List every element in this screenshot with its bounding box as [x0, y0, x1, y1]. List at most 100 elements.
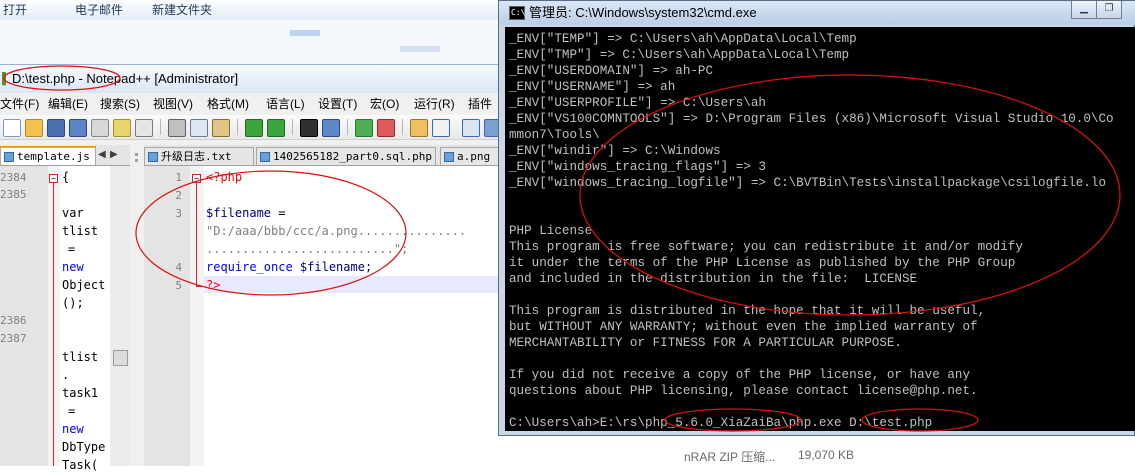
- console-line: and included in the distribution in the …: [509, 272, 918, 286]
- code-token: ();: [62, 296, 84, 310]
- menu-edit[interactable]: 编辑(E): [48, 93, 88, 115]
- fold-collapse-icon[interactable]: −: [49, 174, 58, 183]
- tab-sql-php[interactable]: 1402565182_part0.sql.php: [256, 147, 436, 165]
- console-line: questions about PHP licensing, please co…: [509, 384, 978, 398]
- left-line-numbers: 2384 2385 2386 2387: [0, 166, 48, 466]
- line-number: 5: [175, 279, 182, 292]
- line-number: 2: [175, 189, 182, 202]
- code-variable: $filename;: [292, 260, 373, 274]
- console-line: _ENV["USERNAME"] => ah: [509, 80, 676, 94]
- show-all-chars-icon[interactable]: [462, 119, 480, 137]
- find-icon[interactable]: [300, 119, 318, 137]
- explorer-email-button[interactable]: 电子邮件: [75, 1, 123, 18]
- code-operator: =: [271, 206, 286, 220]
- right-editor[interactable]: <?php $filename = "D:/aaa/bbb/ccc/a.png.…: [204, 166, 500, 466]
- menu-view[interactable]: 视图(V): [153, 93, 193, 115]
- left-vertical-scrollbar[interactable]: [110, 166, 130, 466]
- tab-label: 升级日志.txt: [161, 150, 232, 163]
- menu-run[interactable]: 运行(R): [414, 93, 455, 115]
- menu-search[interactable]: 搜索(S): [100, 93, 140, 115]
- notepad-title: D:\test.php - Notepad++ [Administrator]: [12, 71, 239, 86]
- code-line: require_once $filename;: [206, 260, 372, 274]
- code-token: task1: [62, 386, 99, 400]
- left-tab-bar: template.js ◀ ▶: [0, 145, 136, 166]
- console-line: This program is distributed in the hope …: [509, 304, 986, 318]
- toolbar-separator: [347, 119, 348, 135]
- console-line: _ENV["TMP"] => C:\Users\ah\AppData\Local…: [509, 48, 850, 62]
- menu-plugins[interactable]: 插件: [468, 93, 492, 115]
- zoom-out-icon[interactable]: [377, 119, 395, 137]
- splitter-grip: [135, 159, 138, 162]
- print-icon[interactable]: [135, 119, 153, 137]
- blurred-item: [400, 46, 440, 52]
- tab-upgrade-log[interactable]: 升级日志.txt: [144, 147, 254, 165]
- console-line: but WITHOUT ANY WARRANTY; without even t…: [509, 320, 978, 334]
- code-variable: $filename: [206, 206, 272, 220]
- console-line: _ENV["windir"] => C:\Windows: [509, 144, 721, 158]
- menu-settings[interactable]: 设置(T): [318, 93, 357, 115]
- notepad-app-icon: ▌: [2, 73, 10, 85]
- code-line: ?>: [206, 278, 221, 292]
- minimize-icon[interactable]: ▁: [1071, 1, 1097, 19]
- zoom-in-icon[interactable]: [355, 119, 373, 137]
- paste-icon[interactable]: [212, 119, 230, 137]
- code-token: =: [68, 404, 76, 418]
- menu-language[interactable]: 语言(L): [266, 93, 305, 115]
- close-icon[interactable]: [91, 119, 109, 137]
- console-line: _ENV["TEMP"] => C:\Users\ah\AppData\Loca…: [509, 32, 857, 46]
- explorer-open-button[interactable]: 打开: [3, 1, 27, 18]
- code-token: new: [62, 260, 84, 274]
- code-token: Task(: [62, 458, 99, 472]
- menu-file[interactable]: 文件(F): [0, 93, 39, 115]
- wrap-icon[interactable]: [432, 119, 450, 137]
- line-number: 4: [175, 261, 182, 274]
- code-token: Object: [62, 278, 106, 292]
- save-all-icon[interactable]: [69, 119, 87, 137]
- explorer-details-row: nRAR ZIP 压缩... 19,070 KB: [500, 436, 1135, 465]
- undo-icon[interactable]: [245, 119, 263, 137]
- console-output[interactable]: _ENV["TEMP"] => C:\Users\ah\AppData\Loca…: [505, 27, 1135, 431]
- file-icon: [148, 152, 158, 162]
- notepad-menubar: 文件(F) 编辑(E) 搜索(S) 视图(V) 格式(M) 语言(L) 设置(T…: [0, 93, 500, 115]
- cut-icon[interactable]: [168, 119, 186, 137]
- explorer-new-folder-button[interactable]: 新建文件夹: [152, 1, 212, 18]
- fold-line: [196, 183, 197, 287]
- code-token: tlist: [62, 224, 99, 238]
- replace-icon[interactable]: [322, 119, 340, 137]
- maximize-icon[interactable]: ❐: [1096, 1, 1122, 19]
- code-line: <?php: [206, 170, 243, 184]
- tab-label: 1402565182_part0.sql.php: [273, 150, 432, 163]
- open-folder-icon[interactable]: [25, 119, 43, 137]
- left-editor[interactable]: { var tlist = new Object (); tlist . tas…: [60, 166, 110, 472]
- code-string: "D:/aaa/bbb/ccc/a.png...............: [206, 224, 467, 238]
- toolbar-separator: [237, 119, 238, 135]
- fold-end-line: [196, 286, 202, 287]
- fold-collapse-icon[interactable]: −: [192, 174, 201, 183]
- sync-scroll-icon[interactable]: [410, 119, 428, 137]
- tab-template-js[interactable]: template.js: [0, 146, 96, 165]
- current-line-highlight: [204, 276, 500, 293]
- copy-icon[interactable]: [190, 119, 208, 137]
- console-line: PHP License: [509, 224, 593, 238]
- tab-scroll-right-icon[interactable]: ▶: [110, 149, 118, 160]
- tab-label: template.js: [17, 150, 90, 163]
- console-line: _ENV["USERDOMAIN"] => ah-PC: [509, 64, 714, 78]
- redo-icon[interactable]: [267, 119, 285, 137]
- view-splitter[interactable]: [130, 145, 144, 466]
- console-line: _ENV["windows_tracing_logfile"] => C:\BV…: [509, 176, 1107, 190]
- save-icon[interactable]: [47, 119, 65, 137]
- cmd-titlebar[interactable]: C:\ 管理员: C:\Windows\system32\cmd.exe ▁ ❐: [499, 1, 1135, 25]
- close-all-icon[interactable]: [113, 119, 131, 137]
- tab-a-png[interactable]: a.png: [440, 147, 500, 165]
- notepad-titlebar[interactable]: ▌ D:\test.php - Notepad++ [Administrator…: [0, 65, 500, 93]
- menu-format[interactable]: 格式(M): [207, 93, 249, 115]
- tab-scroll-left-icon[interactable]: ◀: [98, 149, 106, 160]
- new-file-icon[interactable]: [3, 119, 21, 137]
- code-keyword: require_once: [206, 260, 293, 274]
- line-number: 2385: [0, 188, 27, 201]
- left-fold-margin: −: [48, 166, 60, 466]
- scrollbar-thumb[interactable]: [113, 350, 128, 366]
- menu-macro[interactable]: 宏(O): [370, 93, 399, 115]
- tab-label: a.png: [457, 150, 491, 163]
- toolbar-separator: [160, 119, 161, 135]
